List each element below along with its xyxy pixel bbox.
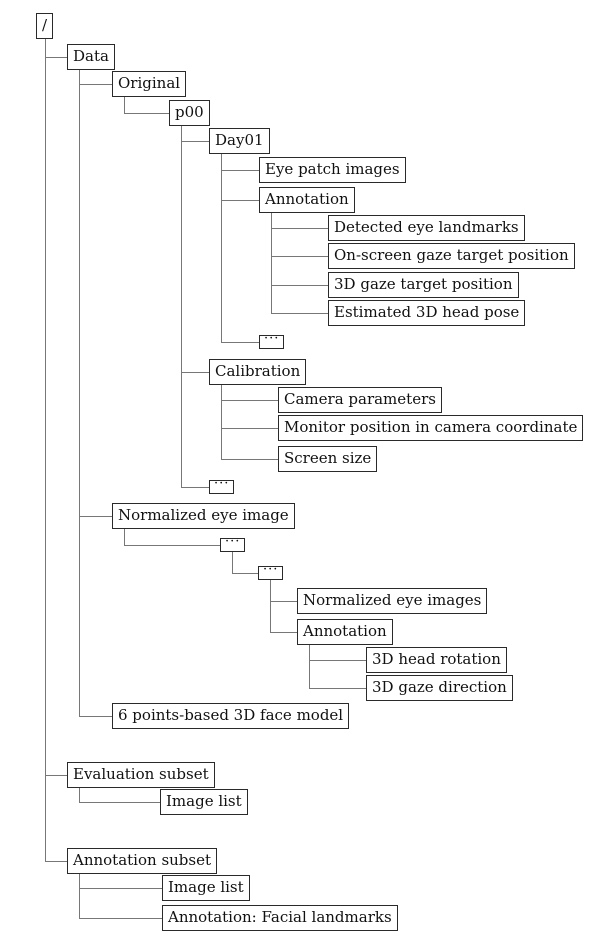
node-ellipsis: ··· xyxy=(209,477,235,494)
connector-p00-calibration xyxy=(181,126,209,373)
node-ellipsis: ··· xyxy=(259,332,285,349)
node-p00: p00 xyxy=(169,100,210,126)
connector-annotation1-onscreen xyxy=(271,213,328,257)
node-root: / xyxy=(36,13,54,39)
connector-day01-dots1 xyxy=(221,154,259,343)
node-3d-head-rotation: 3D head rotation xyxy=(366,647,507,673)
connector-annsubset-facial xyxy=(79,874,162,919)
connector-normalized-dots3 xyxy=(124,529,220,546)
connector-annotation1-detected xyxy=(271,213,328,229)
node-calibration: Calibration xyxy=(209,359,307,385)
node-face-model: 6 points-based 3D face model xyxy=(112,703,350,729)
connector-data-normalized xyxy=(79,70,112,517)
node-image-list: Image list xyxy=(162,875,250,901)
node-ellipsis: ··· xyxy=(220,535,246,552)
connector-annotation1-gaze3d xyxy=(271,213,328,286)
connector-evalsubset-evalimglist xyxy=(79,788,160,803)
node-monitor-position: Monitor position in camera coordinate xyxy=(278,415,584,441)
node-annotation-subset: Annotation subset xyxy=(67,848,218,874)
connector-dots4-annotation2 xyxy=(270,580,297,633)
connector-root-evalsubset xyxy=(45,39,67,776)
connector-data-facemodel xyxy=(79,70,112,717)
directory-tree-diagram: / Data Original p00 Day01 Eye patch imag… xyxy=(0,0,600,952)
node-data: Data xyxy=(67,44,115,70)
node-original: Original xyxy=(112,71,187,97)
connector-root-annsubset xyxy=(45,39,67,862)
node-evaluation-subset: Evaluation subset xyxy=(67,762,215,788)
connector-data-original xyxy=(79,70,112,85)
node-3d-gaze-direction: 3D gaze direction xyxy=(366,675,513,701)
node-detected-eye-landmarks: Detected eye landmarks xyxy=(328,215,525,241)
node-onscreen-gaze-target: On-screen gaze target position xyxy=(328,243,575,269)
connector-p00-day01 xyxy=(181,126,209,142)
connector-dots4-normimages xyxy=(270,580,297,602)
node-screen-size: Screen size xyxy=(278,446,378,472)
node-annotation: Annotation xyxy=(259,187,355,213)
node-3d-gaze-target: 3D gaze target position xyxy=(328,272,519,298)
connector-dots3-dots4 xyxy=(232,552,258,574)
node-eye-patch-images: Eye patch images xyxy=(259,157,406,183)
node-camera-parameters: Camera parameters xyxy=(278,387,442,413)
connector-calibration-monitor xyxy=(221,385,278,429)
node-ellipsis: ··· xyxy=(258,563,284,580)
connector-annotation2-headrot xyxy=(309,645,366,661)
node-normalized-eye-images: Normalized eye images xyxy=(297,588,488,614)
connector-root-data xyxy=(45,39,67,58)
connector-p00-dots2 xyxy=(181,126,209,488)
node-normalized-eye-image: Normalized eye image xyxy=(112,503,295,529)
node-image-list: Image list xyxy=(160,789,248,815)
connector-day01-annotation1 xyxy=(221,154,259,201)
node-facial-landmarks: Annotation: Facial landmarks xyxy=(162,905,398,931)
connector-original-p00 xyxy=(124,97,169,114)
connector-calibration-camparams xyxy=(221,385,278,401)
connector-lines xyxy=(45,39,366,919)
connector-annotation2-gazedir xyxy=(309,645,366,689)
connector-calibration-screensize xyxy=(221,385,278,460)
connector-day01-eye-patch xyxy=(221,154,259,171)
connector-annsubset-annimglist xyxy=(79,874,162,889)
node-estimated-head-pose: Estimated 3D head pose xyxy=(328,300,526,326)
node-annotation: Annotation xyxy=(297,619,393,645)
node-day01: Day01 xyxy=(209,128,270,154)
